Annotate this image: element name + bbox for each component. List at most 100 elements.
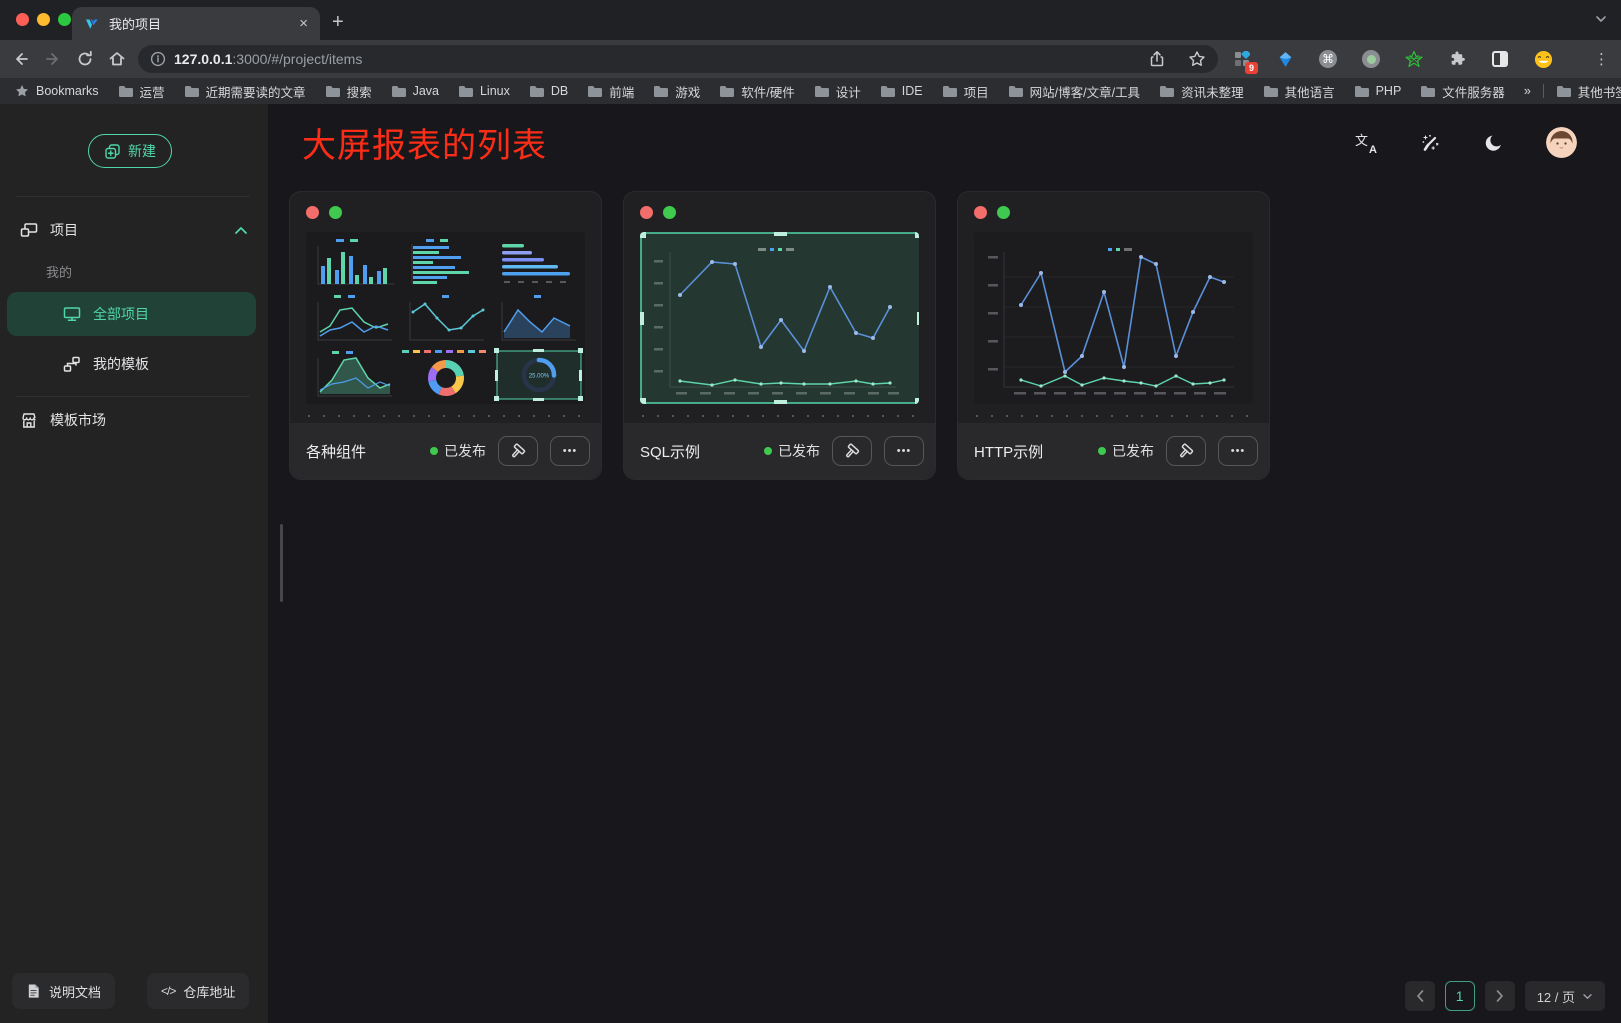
prev-page-button[interactable] xyxy=(1405,981,1435,1011)
bookmark-folder[interactable]: 项目 xyxy=(942,82,989,101)
green-star-extension-icon[interactable] xyxy=(1404,49,1424,69)
red-dot xyxy=(306,206,319,219)
sidebar-section-mine: 我的 xyxy=(46,262,72,281)
status-badge: 已发布 xyxy=(430,441,486,461)
sidebar-item-all-projects[interactable]: 全部项目 xyxy=(7,292,256,336)
bookmark-folder[interactable]: DB xyxy=(529,84,568,98)
record-extension-icon[interactable] xyxy=(1361,49,1381,69)
goview-app: 新建 项目 我的 全部项目 我的模板 模板市场 xyxy=(0,104,1621,1023)
bookmark-folder[interactable]: Linux xyxy=(458,84,510,98)
project-card[interactable]: HTTP示例 已发布 ••• xyxy=(957,191,1270,480)
tab-search-icon[interactable] xyxy=(1595,15,1607,23)
project-card-list: 25.00% 各种组件 已发布 ••• xyxy=(270,191,1621,480)
bookmarks-overflow-chevron[interactable]: » xyxy=(1524,84,1531,98)
contrast-extension-icon[interactable] xyxy=(1490,49,1510,69)
close-window-button[interactable] xyxy=(16,13,29,26)
bookmark-folder[interactable]: 资讯未整理 xyxy=(1159,82,1244,101)
more-actions-button[interactable]: ••• xyxy=(550,436,590,466)
template-icon xyxy=(63,356,81,373)
emoji-extension-icon[interactable] xyxy=(1533,49,1553,69)
sidebar: 新建 项目 我的 全部项目 我的模板 模板市场 xyxy=(0,104,269,1023)
card-footer: SQL示例 已发布 ••• xyxy=(624,423,935,479)
gauge-value: 25.00% xyxy=(529,374,550,380)
code-icon: </> xyxy=(161,984,175,998)
tab-close-icon[interactable]: × xyxy=(299,15,308,32)
bookmark-folder[interactable]: 游戏 xyxy=(653,82,700,101)
docs-button[interactable]: 说明文档 xyxy=(12,973,115,1009)
page-title: 大屏报表的列表 xyxy=(302,118,547,167)
page-size-select[interactable]: 12 / 页 xyxy=(1525,981,1605,1011)
card-window-dots xyxy=(974,206,1253,219)
edit-hammer-button[interactable] xyxy=(1166,436,1206,466)
tab-strip: 我的项目 × + xyxy=(0,0,1621,40)
bookmark-folder[interactable]: 近期需要读的文章 xyxy=(184,82,306,101)
project-card[interactable]: 25.00% 各种组件 已发布 ••• xyxy=(289,191,602,480)
project-name: HTTP示例 xyxy=(974,441,1043,462)
bookmark-folder[interactable]: PHP xyxy=(1354,84,1402,98)
other-bookmarks[interactable]: 其他书签 xyxy=(1556,82,1621,101)
dark-mode-moon-icon[interactable] xyxy=(1482,131,1506,155)
document-icon xyxy=(26,983,41,999)
sidebar-item-template-market[interactable]: 模板市场 xyxy=(0,404,268,436)
bookmark-folder[interactable]: 文件服务器 xyxy=(1420,82,1505,101)
site-info-icon[interactable] xyxy=(150,51,166,67)
window-controls xyxy=(16,13,71,26)
sidebar-group-project[interactable]: 项目 xyxy=(0,214,268,246)
bookmark-folder[interactable]: Java xyxy=(391,84,439,98)
language-icon[interactable]: 文A xyxy=(1354,131,1378,155)
chevron-up-icon[interactable] xyxy=(234,226,248,235)
browser-tab[interactable]: 我的项目 × xyxy=(72,7,320,40)
back-button[interactable] xyxy=(12,50,30,68)
share-icon[interactable] xyxy=(1148,50,1166,68)
edit-hammer-button[interactable] xyxy=(832,436,872,466)
gem-extension-icon[interactable] xyxy=(1275,49,1295,69)
more-actions-button[interactable]: ••• xyxy=(1218,436,1258,466)
puzzle-extensions-icon[interactable] xyxy=(1447,49,1467,69)
project-card[interactable]: SQL示例 已发布 ••• xyxy=(623,191,936,480)
browser-menu-icon[interactable]: ⋮ xyxy=(1594,50,1609,68)
bookmark-folder[interactable]: 软件/硬件 xyxy=(719,82,794,101)
scrollbar-thumb[interactable] xyxy=(280,524,283,602)
bookmark-folder[interactable]: 运营 xyxy=(118,82,165,101)
bookmark-folder[interactable]: IDE xyxy=(880,84,923,98)
bookmark-folder[interactable]: 设计 xyxy=(814,82,861,101)
bookmarks-manager[interactable]: Bookmarks xyxy=(14,84,99,98)
command-extension-icon[interactable]: ⌘ xyxy=(1318,49,1338,69)
next-page-button[interactable] xyxy=(1485,981,1515,1011)
more-actions-button[interactable]: ••• xyxy=(884,436,924,466)
project-icon xyxy=(20,222,38,238)
bookmark-star-icon[interactable] xyxy=(1188,50,1206,68)
wand-icon[interactable] xyxy=(1418,131,1442,155)
new-project-button[interactable]: 新建 xyxy=(88,134,172,168)
forward-button[interactable] xyxy=(44,50,62,68)
bookmark-folder[interactable]: 搜索 xyxy=(325,82,372,101)
repo-button[interactable]: </> 仓库地址 xyxy=(147,973,249,1009)
thumbnail-ruler-dots xyxy=(642,415,917,417)
project-name: SQL示例 xyxy=(640,441,700,462)
avatar[interactable] xyxy=(1546,127,1577,158)
card-window-dots xyxy=(640,206,919,219)
home-button[interactable] xyxy=(108,50,126,68)
new-project-icon xyxy=(104,143,121,160)
bookmark-folder[interactable]: 网站/博客/文章/工具 xyxy=(1008,82,1140,101)
grid-extension-icon[interactable]: 9 xyxy=(1232,49,1252,69)
bookmark-folder[interactable]: 前端 xyxy=(587,82,634,101)
chevron-down-icon xyxy=(1582,993,1593,1000)
current-page-button[interactable]: 1 xyxy=(1445,981,1475,1011)
address-bar[interactable]: 127.0.0.1:3000/#/project/items xyxy=(138,45,1218,73)
bookmark-folder[interactable]: 其他语言 xyxy=(1263,82,1335,101)
reload-button[interactable] xyxy=(76,50,94,68)
edit-hammer-button[interactable] xyxy=(498,436,538,466)
tab-title: 我的项目 xyxy=(109,14,290,33)
project-thumbnail xyxy=(974,232,1253,404)
maximize-window-button[interactable] xyxy=(58,13,71,26)
thumbnail-ruler-dots xyxy=(308,415,583,417)
minimize-window-button[interactable] xyxy=(37,13,50,26)
sidebar-item-my-templates[interactable]: 我的模板 xyxy=(7,344,256,384)
url-host: 127.0.0.1 xyxy=(174,51,232,67)
main-content: 大屏报表的列表 文A xyxy=(270,104,1621,1023)
extensions-row: 9 ⌘ ⋮ xyxy=(1232,49,1609,69)
pagination: 1 12 / 页 xyxy=(1405,981,1605,1011)
new-tab-button[interactable]: + xyxy=(332,12,344,32)
sidebar-divider xyxy=(16,196,250,197)
